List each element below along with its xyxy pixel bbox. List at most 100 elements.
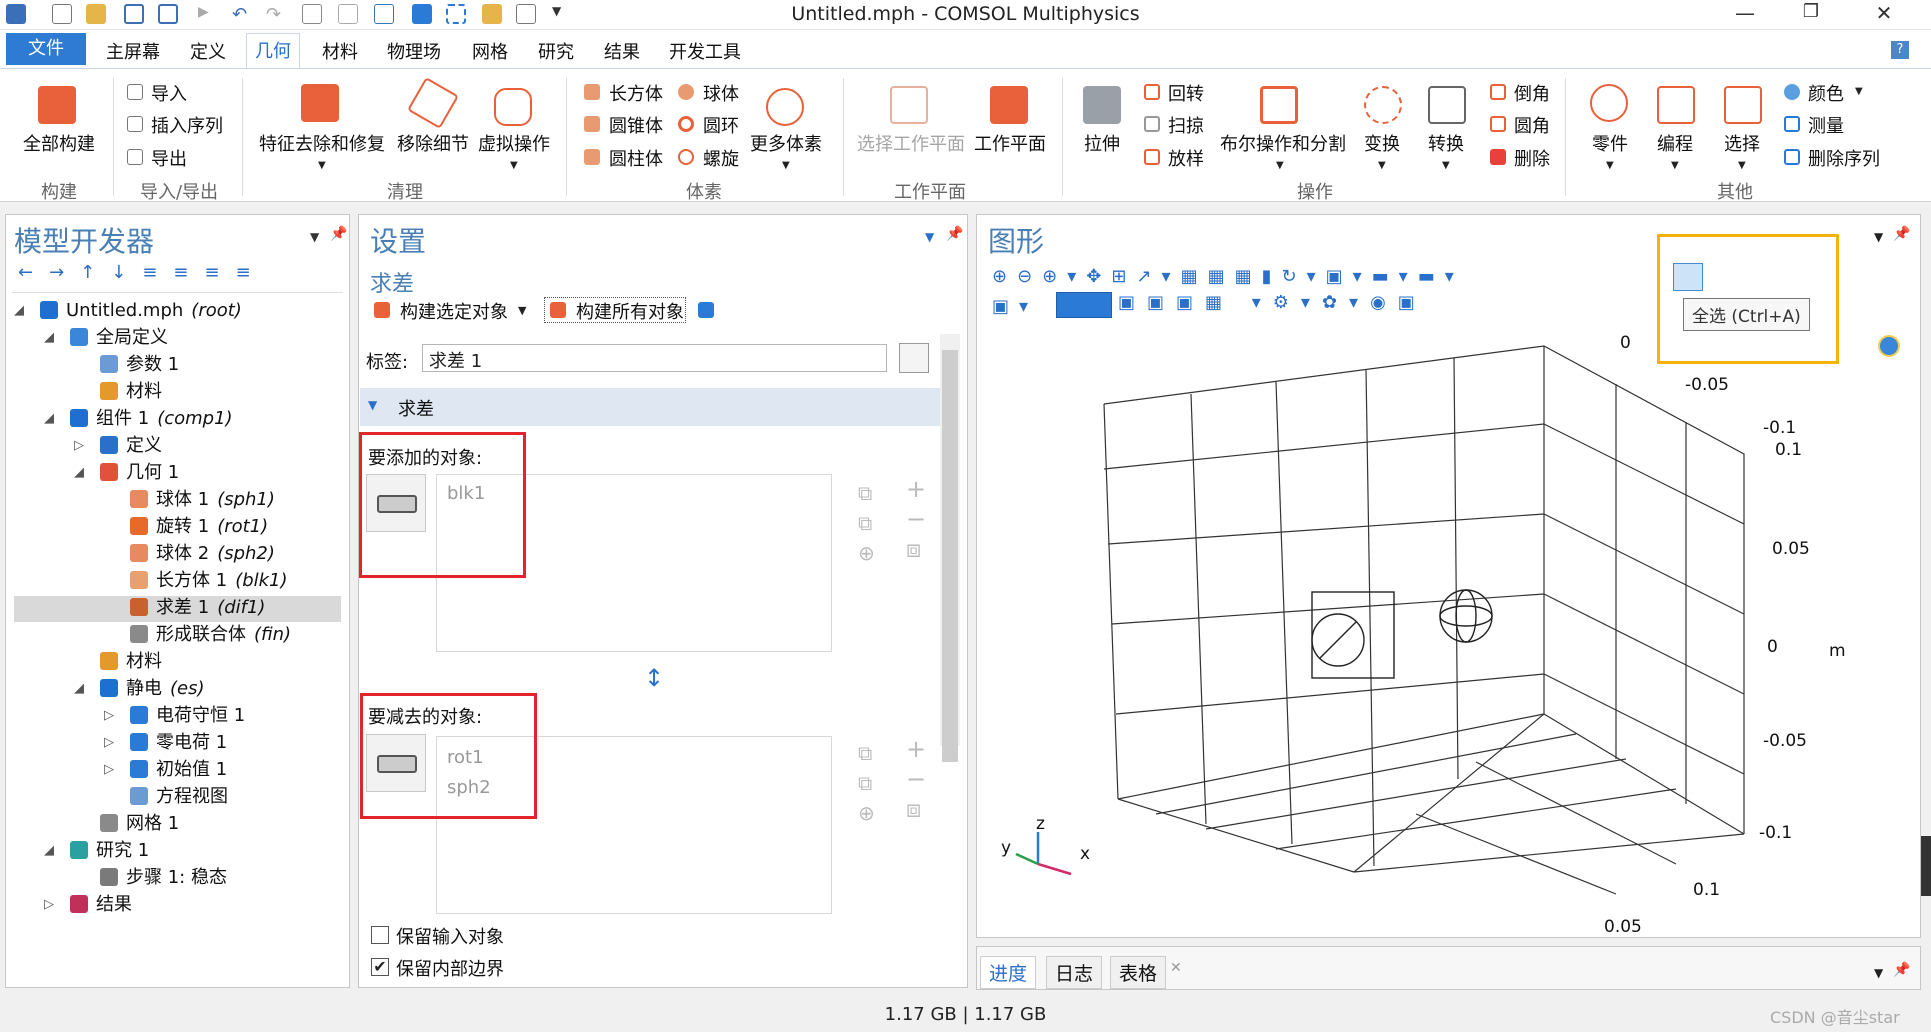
close-tab-icon[interactable]: ✕ [1170,960,1182,976]
tree-item[interactable]: 材料 [100,378,162,405]
tree-item[interactable]: 旋转 1 (rot1) [130,513,268,540]
remove-details-button[interactable]: 移除细节 [397,130,469,156]
chamfer-button[interactable]: 倒角 [1514,80,1550,106]
restore-button[interactable]: ❐ [1796,1,1826,22]
menu-developer[interactable]: 开发工具 [669,38,741,64]
menu-home[interactable]: 主屏幕 [106,38,160,64]
menu-physics[interactable]: 物理场 [387,38,441,64]
helix-button[interactable]: 螺旋 [703,145,739,171]
tree-item[interactable]: 参数 1 [100,351,179,378]
tree-item[interactable]: 全局定义 [70,324,168,351]
extrude-button[interactable]: 拉伸 [1084,130,1120,156]
tree-expander-icon[interactable]: ▷ [104,735,114,750]
build-all-button[interactable]: 全部构建 [23,130,95,156]
tree-expander-icon[interactable]: ◢ [44,411,54,426]
tree-item[interactable]: 求差 1 (dif1) [130,594,265,621]
list-tools[interactable]: ⧉ ⧉ ⊕ [858,478,875,568]
fillet-button[interactable]: 圆角 [1514,112,1550,138]
revolve-button[interactable]: 回转 [1168,80,1204,106]
tree-expander-icon[interactable]: ◢ [14,303,24,318]
tree-item[interactable]: 形成联合体 (fin) [130,621,291,648]
window-edge-handle[interactable] [1921,836,1931,896]
tree-item[interactable]: Untitled.mph (root) [40,297,242,324]
import-button[interactable]: 导入 [151,80,187,106]
tree-expander-icon[interactable]: ◢ [74,681,84,696]
build-selected-button[interactable]: 构建选定对象 [400,298,508,324]
delete-button[interactable]: 删除 [1514,145,1550,171]
delete-sequence-button[interactable]: 删除序列 [1808,145,1880,171]
tree-expander-icon[interactable]: ▷ [44,897,54,912]
color-button[interactable]: 颜色 [1808,80,1844,106]
section-collapse-icon[interactable]: ▼ [368,398,377,412]
cone-button[interactable]: 圆锥体 [609,112,663,138]
add-remove-tools[interactable]: + − ⧈ [906,734,926,824]
menu-definitions[interactable]: 定义 [190,38,226,64]
tree-item[interactable]: 初始值 1 [130,756,227,783]
tree-item[interactable]: 研究 1 [70,837,149,864]
workplane-button[interactable]: 工作平面 [974,130,1046,156]
tree-toolbar[interactable]: ←→↑↓≡≡≡≡ [18,262,267,283]
transforms-button[interactable]: 变换 [1364,130,1400,156]
tree-expander-icon[interactable]: ▷ [74,438,84,453]
panel-menu-icon[interactable]: ▼ [925,230,934,244]
build-all-objects-button[interactable]: 构建所有对象 [576,298,684,324]
tree-item[interactable]: 电荷守恒 1 [130,702,245,729]
settings-scrollbar-thumb[interactable] [942,350,958,762]
keep-interior-checkbox[interactable]: ✔ [371,958,389,976]
label-input[interactable]: 求差 1 [422,344,887,372]
sphere-button[interactable]: 球体 [703,80,739,106]
update-icon[interactable] [698,302,714,318]
tree-expander-icon[interactable]: ◢ [44,330,54,345]
sweep-button[interactable]: 扫掠 [1168,112,1204,138]
tab-table[interactable]: 表格 [1110,956,1167,989]
parts-button[interactable]: 零件 [1592,130,1628,156]
menu-file[interactable]: 文件 [6,33,86,65]
pin-icon[interactable]: 📌 [946,226,963,242]
tree-item[interactable]: 静电 (es) [100,675,205,702]
close-button[interactable]: ✕ [1869,1,1899,25]
pin-icon[interactable]: 📌 [1893,962,1910,978]
torus-button[interactable]: 圆环 [703,112,739,138]
menu-study[interactable]: 研究 [538,38,574,64]
panel-menu-icon[interactable]: ▼ [310,230,319,244]
tree-item[interactable]: 材料 [100,648,162,675]
panel-menu-icon[interactable]: ▼ [1874,966,1883,980]
export-button[interactable]: 导出 [151,145,187,171]
tree-item[interactable]: 方程视图 [130,783,228,810]
tree-expander-icon[interactable]: ▷ [104,762,114,777]
booleans-button[interactable]: 布尔操作和分割 [1220,130,1346,156]
menu-results[interactable]: 结果 [604,38,640,64]
loft-button[interactable]: 放样 [1168,145,1204,171]
help-button[interactable]: ? [1891,41,1909,59]
minimize-button[interactable]: — [1730,1,1760,25]
tree-item[interactable]: 网格 1 [100,810,179,837]
keep-input-checkbox[interactable] [371,926,389,944]
tree-expander-icon[interactable]: ▷ [104,708,114,723]
label-edit-icon[interactable] [899,343,929,373]
chevron-down-icon[interactable]: ▼ [518,304,526,317]
virtual-ops-button[interactable]: 虚拟操作 [478,130,550,156]
tab-log[interactable]: 日志 [1046,956,1103,989]
defeaturing-button[interactable]: 特征去除和修复 [259,130,385,156]
tree-item[interactable]: 几何 1 [100,459,179,486]
tree-expander-icon[interactable]: ◢ [44,843,54,858]
tree-item[interactable]: 长方体 1 (blk1) [130,567,288,594]
tree-item[interactable]: 零电荷 1 [130,729,227,756]
measure-button[interactable]: 测量 [1808,112,1844,138]
cylinder-button[interactable]: 圆柱体 [609,145,663,171]
tree-item[interactable]: 球体 2 (sph2) [130,540,275,567]
more-primitives-button[interactable]: 更多体素 [750,130,822,156]
tree-item[interactable]: 步骤 1: 稳态 [100,864,227,891]
tree-item[interactable]: 组件 1 (comp1) [70,405,233,432]
tab-progress[interactable]: 进度 [980,956,1037,989]
tree-expander-icon[interactable]: ◢ [74,465,84,480]
tree-item[interactable]: 结果 [70,891,132,918]
list-tools[interactable]: ⧉ ⧉ ⊕ [858,738,875,828]
swap-icon[interactable]: ↕ [644,664,664,692]
tree-item[interactable]: 球体 1 (sph1) [130,486,275,513]
block-button[interactable]: 长方体 [609,80,663,106]
section-header[interactable] [360,388,940,426]
menu-mesh[interactable]: 网格 [472,38,508,64]
select-workplane-button[interactable]: 选择工作平面 [857,130,965,156]
menu-materials[interactable]: 材料 [322,38,358,64]
